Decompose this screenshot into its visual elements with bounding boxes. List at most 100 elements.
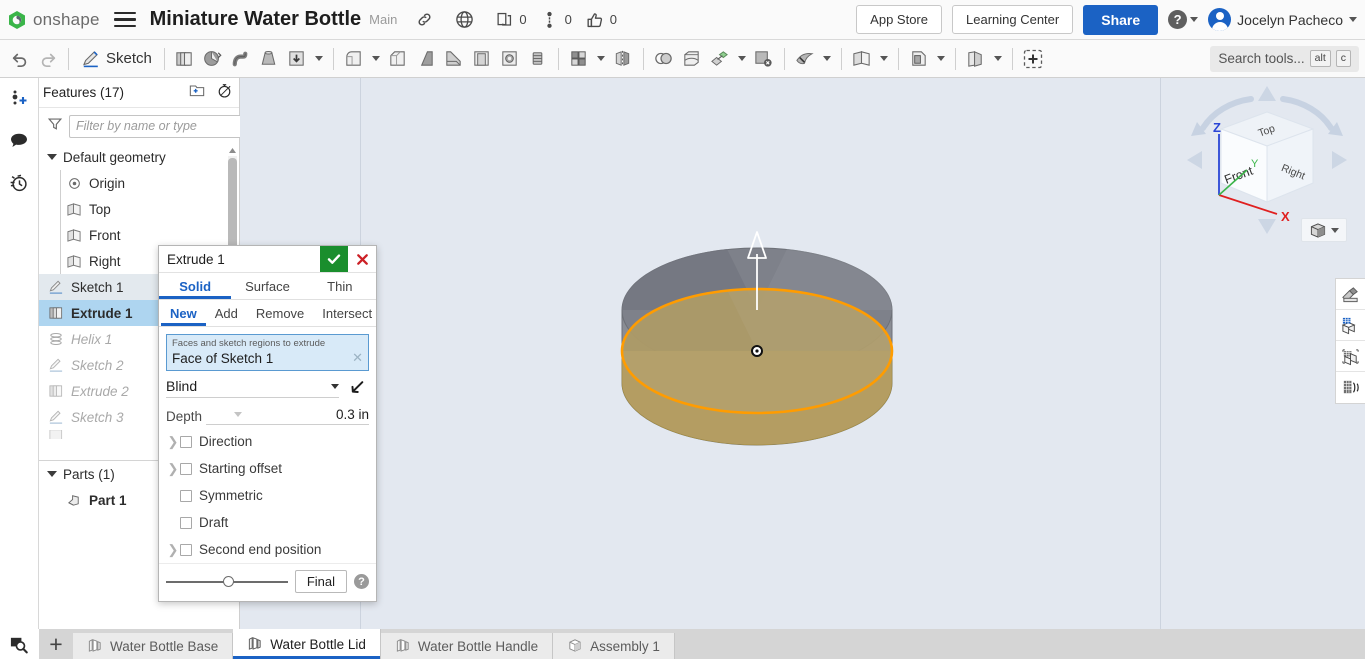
- measure-icon[interactable]: [1336, 372, 1365, 403]
- thread-icon[interactable]: [524, 44, 552, 74]
- tab-water-bottle-handle[interactable]: Water Bottle Handle: [381, 633, 553, 659]
- starting-offset-checkbox[interactable]: [180, 463, 192, 475]
- add-tab-button[interactable]: +: [39, 629, 73, 659]
- globe-icon[interactable]: [451, 7, 477, 33]
- like-count-group[interactable]: 0: [582, 7, 627, 33]
- faces-selection-box[interactable]: Faces and sketch regions to extrude Face…: [166, 334, 369, 371]
- copy-count-group[interactable]: 0: [491, 7, 536, 33]
- tree-item-top-plane[interactable]: Top: [39, 196, 239, 222]
- option-second-end-position[interactable]: ❯ Second end position: [166, 536, 369, 563]
- clear-x-icon[interactable]: ✕: [352, 350, 363, 366]
- symmetric-checkbox[interactable]: [180, 490, 192, 502]
- chevron-right-icon[interactable]: ❯: [166, 542, 180, 558]
- tree-item-origin[interactable]: Origin: [39, 170, 239, 196]
- revolve-icon[interactable]: [199, 44, 227, 74]
- user-menu-button[interactable]: Jocelyn Pacheco: [1208, 8, 1357, 31]
- share-button[interactable]: Share: [1083, 5, 1158, 35]
- end-condition-dropdown[interactable]: Blind: [166, 378, 339, 398]
- split-icon[interactable]: [678, 44, 706, 74]
- direction-checkbox[interactable]: [180, 436, 192, 448]
- graphics-viewport[interactable]: Top Front Right Z X Y: [240, 78, 1365, 629]
- option-starting-offset[interactable]: ❯ Starting offset: [166, 455, 369, 482]
- option-draft[interactable]: ❯ Draft: [166, 509, 369, 536]
- fillet-icon[interactable]: [340, 44, 368, 74]
- model-cylinder[interactable]: [605, 188, 1025, 488]
- tree-scroll-up-arrow[interactable]: [228, 144, 237, 156]
- history-icon[interactable]: [6, 170, 32, 196]
- chevron-down-icon[interactable]: [990, 44, 1006, 74]
- undo-button[interactable]: [6, 44, 34, 74]
- help-menu-button[interactable]: ?: [1168, 10, 1198, 29]
- tab-solid[interactable]: Solid: [159, 273, 231, 299]
- chevron-down-icon[interactable]: [593, 44, 609, 74]
- transform-icon[interactable]: [706, 44, 734, 74]
- sketch-tool-button[interactable]: Sketch: [75, 49, 158, 69]
- option-direction[interactable]: ❯ Direction: [166, 428, 369, 455]
- hole-icon[interactable]: [496, 44, 524, 74]
- chevron-down-icon[interactable]: [368, 44, 384, 74]
- derive-icon[interactable]: [905, 44, 933, 74]
- thicken-icon[interactable]: [283, 44, 311, 74]
- tab-assembly-1[interactable]: Assembly 1: [553, 633, 675, 659]
- tab-new[interactable]: New: [161, 300, 206, 326]
- app-store-button[interactable]: App Store: [856, 5, 942, 34]
- cancel-button[interactable]: [348, 246, 376, 272]
- second-end-position-checkbox[interactable]: [180, 544, 192, 556]
- draft-checkbox[interactable]: [180, 517, 192, 529]
- version-count-group[interactable]: 0: [537, 7, 582, 33]
- tab-water-bottle-lid[interactable]: Water Bottle Lid: [233, 629, 381, 659]
- tab-surface[interactable]: Surface: [231, 273, 303, 299]
- comment-icon[interactable]: [6, 128, 32, 154]
- variable-icon[interactable]: [1019, 44, 1047, 74]
- sheet-metal-icon[interactable]: [962, 44, 990, 74]
- depth-input[interactable]: 0.3 in: [206, 407, 369, 425]
- chevron-down-icon[interactable]: [734, 44, 750, 74]
- boolean-icon[interactable]: [650, 44, 678, 74]
- tab-water-bottle-base[interactable]: Water Bottle Base: [73, 633, 233, 659]
- search-tabs-icon[interactable]: [0, 629, 39, 659]
- move-face-icon[interactable]: [791, 44, 819, 74]
- tab-thin[interactable]: Thin: [304, 273, 376, 299]
- plane-icon[interactable]: [848, 44, 876, 74]
- chevron-down-icon[interactable]: [933, 44, 949, 74]
- confirm-button[interactable]: [320, 246, 348, 272]
- learning-center-button[interactable]: Learning Center: [952, 5, 1073, 34]
- flip-direction-icon[interactable]: [343, 379, 369, 397]
- tab-add[interactable]: Add: [206, 300, 247, 326]
- onshape-logo[interactable]: onshape: [0, 10, 100, 30]
- render-icon[interactable]: [1336, 341, 1365, 372]
- sweep-icon[interactable]: [227, 44, 255, 74]
- search-tools-input[interactable]: Search tools... alt c: [1210, 46, 1359, 72]
- chamfer-icon[interactable]: [384, 44, 412, 74]
- pattern-icon[interactable]: [565, 44, 593, 74]
- shell-icon[interactable]: [468, 44, 496, 74]
- chevron-right-icon[interactable]: ❯: [166, 434, 180, 450]
- extrude-icon[interactable]: [171, 44, 199, 74]
- final-button[interactable]: Final: [295, 570, 347, 593]
- section-view-icon[interactable]: [1336, 279, 1365, 310]
- rib-icon[interactable]: [440, 44, 468, 74]
- question-mark-icon[interactable]: ?: [354, 574, 369, 589]
- stopwatch-icon[interactable]: [216, 82, 233, 104]
- chevron-right-icon[interactable]: ❯: [166, 461, 180, 477]
- draft-icon[interactable]: [412, 44, 440, 74]
- display-states-icon[interactable]: [1336, 310, 1365, 341]
- chevron-down-icon[interactable]: [819, 44, 835, 74]
- feature-filter-input[interactable]: [69, 115, 246, 138]
- add-folder-icon[interactable]: [188, 82, 206, 103]
- tree-group-default-geometry[interactable]: Default geometry: [39, 144, 239, 170]
- chevron-down-icon[interactable]: [876, 44, 892, 74]
- add-instance-icon[interactable]: [6, 86, 32, 112]
- tab-remove[interactable]: Remove: [247, 300, 313, 326]
- loft-icon[interactable]: [255, 44, 283, 74]
- display-mode-button[interactable]: [1301, 218, 1347, 242]
- tab-intersect[interactable]: Intersect: [313, 300, 381, 326]
- link-icon[interactable]: [411, 7, 437, 33]
- delete-face-icon[interactable]: [750, 44, 778, 74]
- preview-quality-slider[interactable]: [166, 575, 288, 589]
- funnel-icon[interactable]: [47, 116, 63, 137]
- redo-button[interactable]: [34, 44, 62, 74]
- chevron-down-icon[interactable]: [311, 44, 327, 74]
- mirror-icon[interactable]: [609, 44, 637, 74]
- option-symmetric[interactable]: ❯ Symmetric: [166, 482, 369, 509]
